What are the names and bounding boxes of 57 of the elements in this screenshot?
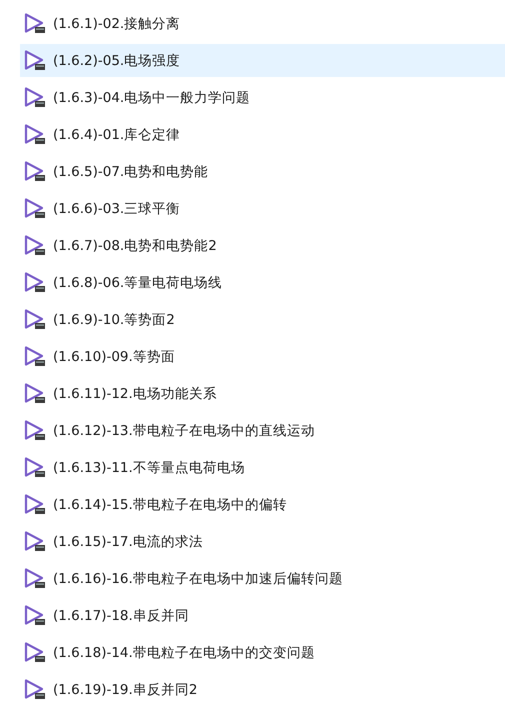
file-name: (1.6.15)-17.电流的求法 (53, 532, 203, 550)
file-name: (1.6.14)-15.带电粒子在电场中的偏转 (53, 496, 287, 514)
file-name: (1.6.13)-11.不等量点电荷电场 (53, 458, 245, 476)
file-name: (1.6.9)-10.等势面2 (53, 310, 175, 328)
video-file-icon (24, 530, 46, 552)
file-row[interactable]: (1.6.14)-15.带电粒子在电场中的偏转 (20, 488, 505, 521)
file-row[interactable]: (1.6.5)-07.电势和电势能 (20, 155, 505, 188)
video-file-icon (24, 568, 46, 590)
video-file-icon (24, 86, 46, 108)
video-file-icon (24, 50, 46, 72)
file-row[interactable]: (1.6.8)-06.等量电荷电场线 (20, 266, 505, 299)
video-file-icon (24, 604, 46, 626)
file-name: (1.6.8)-06.等量电荷电场线 (53, 274, 222, 292)
file-name: (1.6.19)-19.串反并同2 (53, 680, 198, 698)
file-row[interactable]: (1.6.18)-14.带电粒子在电场中的交变问题 (20, 636, 505, 669)
video-file-icon (24, 456, 46, 478)
file-row[interactable]: (1.6.10)-09.等势面 (20, 340, 505, 373)
file-row[interactable]: (1.6.12)-13.带电粒子在电场中的直线运动 (20, 414, 505, 447)
file-row[interactable]: (1.6.4)-01.库仑定律 (20, 118, 505, 151)
file-name: (1.6.18)-14.带电粒子在电场中的交变问题 (53, 644, 315, 662)
video-file-icon (24, 678, 46, 700)
file-row[interactable]: (1.6.13)-11.不等量点电荷电场 (20, 451, 505, 484)
video-file-icon (24, 160, 46, 182)
file-row[interactable]: (1.6.11)-12.电场功能关系 (20, 377, 505, 410)
video-file-icon (24, 272, 46, 294)
video-file-icon (24, 124, 46, 146)
video-file-icon (24, 198, 46, 220)
video-file-icon (24, 346, 46, 368)
file-name: (1.6.5)-07.电势和电势能 (53, 162, 208, 180)
file-name: (1.6.16)-16.带电粒子在电场中加速后偏转问题 (53, 570, 343, 588)
file-row[interactable]: (1.6.19)-19.串反并同2 (20, 673, 505, 706)
video-file-icon (24, 420, 46, 442)
video-file-icon (24, 12, 46, 34)
file-row[interactable]: (1.6.9)-10.等势面2 (20, 303, 505, 336)
file-name: (1.6.7)-08.电势和电势能2 (53, 236, 217, 254)
file-name: (1.6.10)-09.等势面 (53, 348, 175, 366)
file-name: (1.6.17)-18.串反并同 (53, 606, 189, 624)
file-name: (1.6.4)-01.库仑定律 (53, 126, 180, 144)
file-name: (1.6.2)-05.电场强度 (53, 52, 180, 70)
file-name: (1.6.11)-12.电场功能关系 (53, 384, 217, 402)
file-row[interactable]: (1.6.7)-08.电势和电势能2 (20, 229, 505, 262)
file-row[interactable]: (1.6.1)-02.接触分离 (20, 7, 505, 40)
video-file-icon (24, 642, 46, 664)
file-row[interactable]: (1.6.15)-17.电流的求法 (20, 525, 505, 558)
file-name: (1.6.12)-13.带电粒子在电场中的直线运动 (53, 422, 315, 440)
file-name: (1.6.3)-04.电场中一般力学问题 (53, 88, 250, 106)
file-name: (1.6.1)-02.接触分离 (53, 14, 180, 32)
video-file-icon (24, 308, 46, 330)
file-row[interactable]: (1.6.17)-18.串反并同 (20, 599, 505, 632)
file-row[interactable]: (1.6.2)-05.电场强度 (20, 44, 505, 77)
file-row[interactable]: (1.6.3)-04.电场中一般力学问题 (20, 81, 505, 114)
file-row[interactable]: (1.6.6)-03.三球平衡 (20, 192, 505, 225)
video-file-icon (24, 494, 46, 516)
file-name: (1.6.6)-03.三球平衡 (53, 200, 180, 218)
video-file-icon (24, 382, 46, 404)
video-file-icon (24, 234, 46, 256)
file-row[interactable]: (1.6.16)-16.带电粒子在电场中加速后偏转问题 (20, 562, 505, 595)
